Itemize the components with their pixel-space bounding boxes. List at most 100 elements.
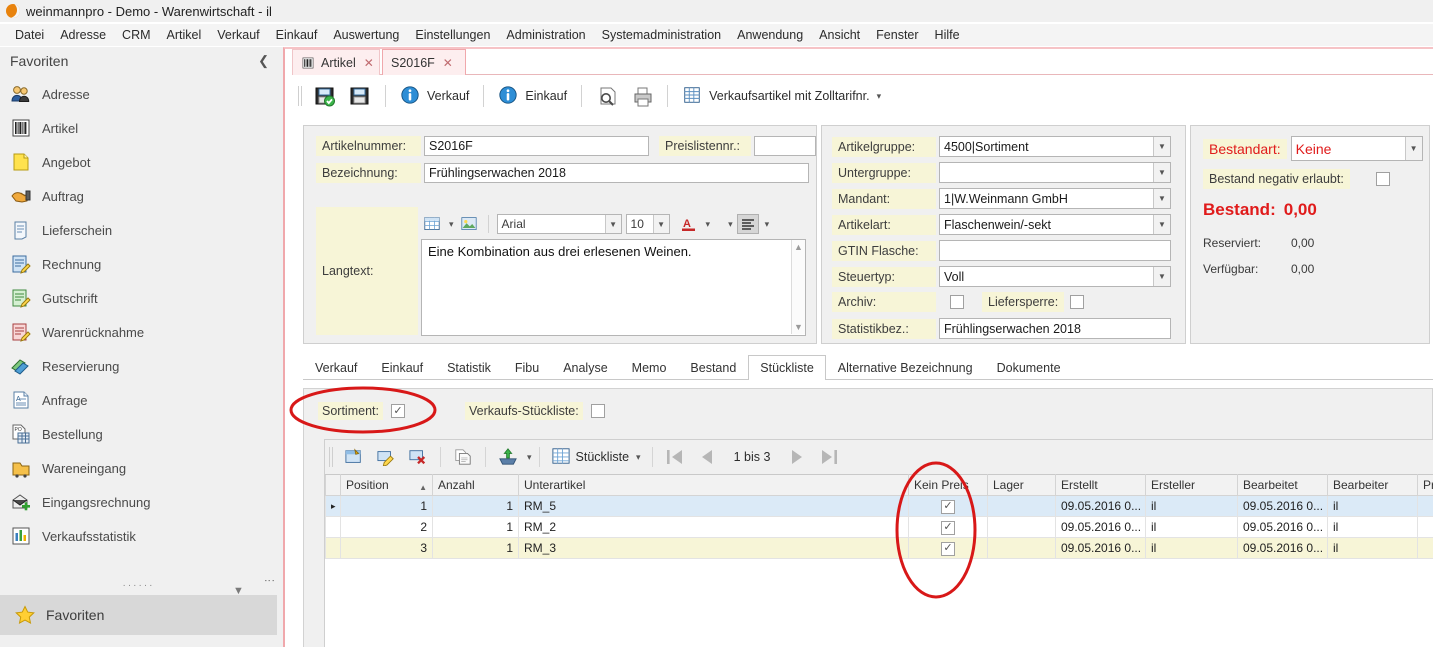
tab-dokumente[interactable]: Dokumente bbox=[985, 355, 1073, 379]
menu-systemadministration[interactable]: Systemadministration bbox=[594, 26, 730, 44]
chevron-down-icon[interactable]: ▼ bbox=[1404, 137, 1422, 160]
sidebar-bottom-adresse[interactable]: Adresse bbox=[0, 635, 277, 647]
save-and-close-button[interactable] bbox=[309, 82, 341, 110]
font-color-icon[interactable]: A bbox=[678, 214, 700, 234]
nav-next-button[interactable] bbox=[782, 444, 812, 470]
menu-einkauf[interactable]: Einkauf bbox=[268, 26, 326, 44]
report-select-button[interactable]: Verkaufsartikel mit Zolltarifnr. ▾ bbox=[677, 82, 886, 110]
close-icon[interactable]: ✕ bbox=[441, 56, 453, 70]
menu-hilfe[interactable]: Hilfe bbox=[927, 26, 968, 44]
chevron-down-icon[interactable]: ▼ bbox=[1153, 189, 1170, 208]
langtext-textarea[interactable]: Eine Kombination aus drei erlesenen Wein… bbox=[421, 239, 806, 336]
column-header-ersteller[interactable]: Ersteller bbox=[1145, 474, 1238, 496]
doc-tab-s2016f[interactable]: S2016F ✕ bbox=[382, 49, 466, 75]
liefersperre-checkbox[interactable] bbox=[1070, 295, 1085, 309]
chevron-down-icon[interactable]: ▼ bbox=[652, 215, 669, 233]
chevron-down-icon[interactable]: ▾ bbox=[527, 452, 532, 463]
chevron-down-icon[interactable]: ▼ bbox=[1153, 267, 1170, 286]
chevron-down-icon[interactable]: ▾ bbox=[877, 91, 882, 102]
nav-last-button[interactable] bbox=[814, 444, 844, 470]
scroll-up-icon[interactable]: ▲ bbox=[794, 242, 803, 252]
chevron-down-icon[interactable]: ▼ bbox=[604, 215, 621, 233]
cell-kein-preis[interactable] bbox=[908, 537, 988, 559]
kein-preis-checkbox[interactable] bbox=[941, 499, 955, 514]
menu-auswertung[interactable]: Auswertung bbox=[325, 26, 407, 44]
column-header-bearbeitet[interactable]: Bearbeitet bbox=[1237, 474, 1328, 496]
chevron-down-icon[interactable]: ▾ bbox=[636, 452, 641, 463]
nav-prev-button[interactable] bbox=[692, 444, 722, 470]
menu-crm[interactable]: CRM bbox=[114, 26, 158, 44]
sidebar-item-anfrage[interactable]: A Anfrage bbox=[0, 383, 277, 417]
artikelnummer-input[interactable]: S2016F bbox=[424, 136, 649, 156]
export-button[interactable] bbox=[493, 444, 523, 470]
verkaufs-stueckliste-checkbox[interactable] bbox=[590, 404, 605, 418]
kein-preis-checkbox[interactable] bbox=[941, 541, 955, 556]
tab-fibu[interactable]: Fibu bbox=[503, 355, 551, 379]
sidebar-item-gutschrift[interactable]: Gutschrift bbox=[0, 281, 277, 315]
verkauf-button[interactable]: Verkauf bbox=[395, 82, 474, 110]
langtext-scrollbar[interactable]: ▲ ▼ bbox=[791, 240, 805, 334]
menu-administration[interactable]: Administration bbox=[498, 26, 593, 44]
chevron-down-icon[interactable]: ▼ bbox=[1153, 137, 1170, 156]
sidebar-item-lieferschein[interactable]: Lieferschein bbox=[0, 213, 277, 247]
steuertyp-combo[interactable]: Voll ▼ bbox=[939, 266, 1171, 287]
einkauf-button[interactable]: Einkauf bbox=[493, 82, 572, 110]
kein-preis-checkbox[interactable] bbox=[941, 520, 955, 535]
sidebar-item-auftrag[interactable]: Auftrag bbox=[0, 179, 277, 213]
doc-tab-artikel[interactable]: Artikel ✕ bbox=[292, 49, 380, 75]
tab-bestand[interactable]: Bestand bbox=[678, 355, 748, 379]
menu-fenster[interactable]: Fenster bbox=[868, 26, 926, 44]
sortiment-checkbox[interactable] bbox=[390, 404, 405, 418]
column-header-unterartikel[interactable]: Unterartikel bbox=[518, 474, 909, 496]
untergruppe-combo[interactable]: ▼ bbox=[939, 162, 1171, 183]
chevron-left-icon[interactable]: ❮ bbox=[258, 53, 269, 69]
gtin-flasche-input[interactable] bbox=[939, 240, 1171, 261]
table-row[interactable]: 3 1 RM_3 09.05.2016 0... il 09.05.2016 0… bbox=[325, 537, 1433, 559]
sidebar-item-wareneingang[interactable]: Wareneingang bbox=[0, 451, 277, 485]
table-row[interactable]: 2 1 RM_2 09.05.2016 0... il 09.05.2016 0… bbox=[325, 516, 1433, 538]
menu-einstellungen[interactable]: Einstellungen bbox=[407, 26, 498, 44]
sidebar-item-warenruecknahme[interactable]: Warenrücknahme bbox=[0, 315, 277, 349]
sidebar-item-rechnung[interactable]: Rechnung bbox=[0, 247, 277, 281]
delete-record-button[interactable] bbox=[403, 444, 433, 470]
sidebar-bottom-favoriten[interactable]: Favoriten bbox=[0, 595, 277, 635]
tab-stueckliste[interactable]: Stückliste bbox=[748, 355, 826, 380]
close-icon[interactable]: ✕ bbox=[362, 56, 374, 70]
statistikbez-input[interactable]: Frühlingserwachen 2018 bbox=[939, 318, 1171, 339]
print-preview-button[interactable] bbox=[591, 82, 623, 110]
sidebar-item-angebot[interactable]: Angebot bbox=[0, 145, 277, 179]
align-left-icon[interactable] bbox=[736, 214, 759, 234]
bestand-negativ-checkbox[interactable] bbox=[1375, 172, 1390, 186]
chevron-down-icon[interactable]: ▼ bbox=[1153, 163, 1170, 182]
menu-anwendung[interactable]: Anwendung bbox=[729, 26, 811, 44]
chevron-down-icon[interactable]: ▼ bbox=[1153, 215, 1170, 234]
scroll-down-icon[interactable]: ▼ bbox=[794, 322, 803, 332]
font-size-select[interactable]: 10 ▼ bbox=[625, 214, 670, 234]
chevron-down-icon[interactable]: ▾ bbox=[449, 219, 454, 230]
chevron-down-icon[interactable]: ▾ bbox=[706, 219, 711, 230]
chevron-down-icon[interactable]: ▾ bbox=[765, 219, 770, 230]
column-header-position[interactable]: Position ▲ bbox=[340, 474, 433, 496]
print-button[interactable] bbox=[626, 82, 658, 110]
bestandart-combo[interactable]: Keine ▼ bbox=[1290, 136, 1423, 161]
tab-verkauf[interactable]: Verkauf bbox=[303, 355, 369, 379]
tab-einkauf[interactable]: Einkauf bbox=[369, 355, 435, 379]
column-header-preis-fix[interactable]: Preis Fix bbox=[1417, 474, 1433, 496]
preislistennr-input[interactable] bbox=[754, 136, 816, 156]
layout-select-button[interactable]: Stückliste ▾ bbox=[547, 447, 645, 468]
nav-first-button[interactable] bbox=[660, 444, 690, 470]
column-header-kein-preis[interactable]: Kein Preis bbox=[908, 474, 988, 496]
copy-button[interactable] bbox=[448, 444, 478, 470]
font-family-select[interactable]: Arial ▼ bbox=[496, 214, 622, 234]
sidebar-splitter[interactable]: ······ bbox=[0, 577, 277, 595]
column-header-erstellt[interactable]: Erstellt bbox=[1055, 474, 1146, 496]
artikelart-combo[interactable]: Flaschenwein/-sekt ▼ bbox=[939, 214, 1171, 235]
menu-verkauf[interactable]: Verkauf bbox=[209, 26, 267, 44]
column-header-lager[interactable]: Lager bbox=[987, 474, 1056, 496]
tab-alternative-bezeichnung[interactable]: Alternative Bezeichnung bbox=[826, 355, 985, 379]
cell-kein-preis[interactable] bbox=[908, 516, 988, 538]
image-icon[interactable] bbox=[458, 214, 480, 234]
sidebar-item-bestellung[interactable]: PO Bestellung bbox=[0, 417, 277, 451]
column-header-anzahl[interactable]: Anzahl bbox=[432, 474, 519, 496]
toolbar-grip[interactable] bbox=[298, 86, 302, 106]
